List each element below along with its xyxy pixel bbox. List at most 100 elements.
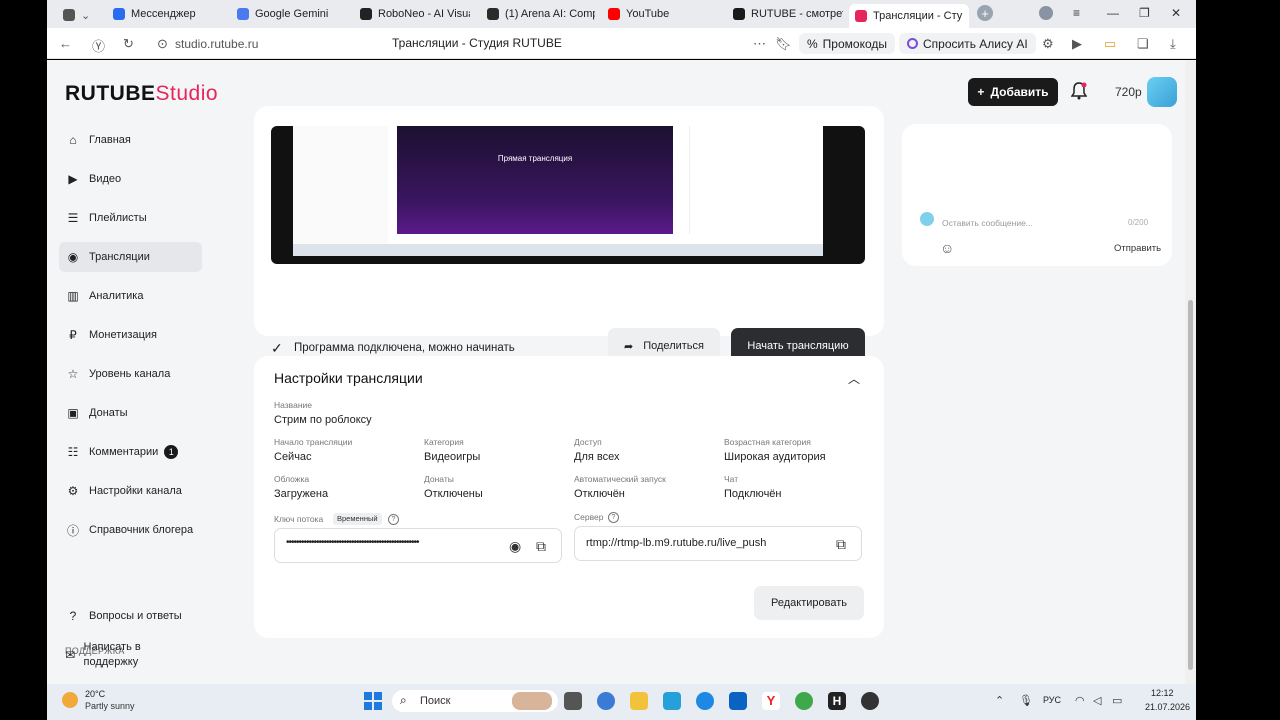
lock-icon: ⊙ xyxy=(157,36,168,51)
sidebar-item-comments[interactable]: ☷ Комментарии 1 xyxy=(59,437,202,467)
chevron-up-icon[interactable]: ⌃ xyxy=(995,694,1004,707)
volume-icon[interactable]: ◁ xyxy=(1093,694,1101,707)
help-icon[interactable]: ? xyxy=(388,514,399,525)
sidebar-item-analytics[interactable]: ▥ Аналитика xyxy=(59,281,202,311)
wifi-icon[interactable]: ◠ xyxy=(1075,694,1085,707)
scrollbar[interactable] xyxy=(1185,60,1196,684)
tab-roboneo[interactable]: RoboNeo - AI Visual xyxy=(360,4,470,24)
play-icon[interactable]: ▶ xyxy=(1072,36,1082,52)
taskbar-search[interactable]: ⌕ Поиск xyxy=(392,690,558,712)
bell-icon[interactable] xyxy=(1070,82,1091,102)
menu-icon[interactable]: ≡ xyxy=(1073,6,1080,20)
sidebar-item-channel-settings[interactable]: ⚙ Настройки канала xyxy=(59,476,202,506)
avatar xyxy=(920,212,934,226)
copy-icon[interactable]: ⧉ xyxy=(836,536,846,553)
help-icon[interactable]: ? xyxy=(608,512,619,523)
close-icon[interactable]: ✕ xyxy=(968,9,969,23)
tab-arena[interactable]: (1) Arena AI: Compa xyxy=(487,4,595,24)
copy-icon[interactable]: ⧉ xyxy=(536,538,546,555)
extensions-icon[interactable]: ⚙ xyxy=(1042,36,1054,52)
obs-icon[interactable] xyxy=(861,692,879,710)
battery-icon[interactable]: ▭ xyxy=(1104,36,1116,52)
sidebar-item-faq[interactable]: ? Вопросы и ответы xyxy=(59,601,202,631)
chevron-up-icon[interactable]: ︿ xyxy=(848,370,860,387)
app-icon[interactable] xyxy=(663,692,681,710)
emoji-icon[interactable]: ☺ xyxy=(940,240,954,256)
explorer-icon[interactable] xyxy=(630,692,648,710)
app-icon[interactable] xyxy=(597,692,615,710)
preview-screen: Прямая трансляция xyxy=(293,126,823,256)
tab-youtube[interactable]: YouTube xyxy=(608,4,718,24)
search-highlight-icon xyxy=(512,692,552,710)
comment-icon: ☷ xyxy=(67,445,79,459)
alice-button[interactable]: Спросить Алису AI xyxy=(899,33,1036,54)
tab-rutube[interactable]: RUTUBE - смотрет xyxy=(733,4,843,24)
language-indicator[interactable]: РУС xyxy=(1043,695,1061,705)
eye-icon[interactable]: ◉ xyxy=(509,538,521,555)
balance-label[interactable]: 720р xyxy=(1115,85,1142,99)
browser-menu-button[interactable]: ⌄ xyxy=(63,5,90,25)
server-label: Сервер xyxy=(574,512,604,522)
gemini-icon xyxy=(237,8,249,20)
tab-broadcasts[interactable]: Трансляции - Сту ✕ xyxy=(849,4,969,28)
sidebar-item-home[interactable]: ⌂ Главная xyxy=(59,125,202,155)
name-label: Название xyxy=(274,400,312,410)
server-field[interactable]: rtmp://rtmp-lb.m9.rutube.ru/live_push ⧉ xyxy=(574,526,862,561)
scrollbar-thumb[interactable] xyxy=(1188,300,1193,670)
more-icon[interactable]: ⋯ xyxy=(753,36,766,52)
avatar[interactable] xyxy=(1147,77,1177,107)
preview-taskbar xyxy=(293,244,823,256)
reload-icon[interactable]: ↻ xyxy=(123,36,134,52)
chat-message-input[interactable]: Оставить сообщение... xyxy=(942,218,1033,228)
search-icon: ⌕ xyxy=(400,693,407,707)
info-icon: ⓘ xyxy=(66,523,79,538)
sidebar-item-donations[interactable]: ▣ Донаты xyxy=(59,398,202,428)
weather-desc[interactable]: Partly sunny xyxy=(85,701,135,711)
sidebar-item-playlists[interactable]: ☰ Плейлисты xyxy=(59,203,202,233)
question-icon: ? xyxy=(69,609,77,623)
back-icon[interactable]: ← xyxy=(59,36,72,51)
arena-icon xyxy=(487,8,499,20)
windows-start-icon[interactable] xyxy=(364,692,382,710)
sidebar-item-channel-level[interactable]: ☆ Уровень канала xyxy=(59,359,202,389)
clock-time[interactable]: 12:12 xyxy=(1151,688,1174,698)
tab-messenger[interactable]: Мессенджер xyxy=(113,4,223,24)
add-button[interactable]: + Добавить xyxy=(968,78,1058,106)
sidebar-item-video[interactable]: ▶ Видео xyxy=(59,164,202,194)
promo-button[interactable]: % Промокоды xyxy=(799,33,895,54)
close-window-icon[interactable]: ✕ xyxy=(1171,6,1181,20)
task-view-icon[interactable] xyxy=(564,692,582,710)
new-tab-button[interactable]: + xyxy=(977,5,993,21)
chrome-icon[interactable] xyxy=(795,692,813,710)
tab-gemini[interactable]: Google Gemini xyxy=(237,4,347,24)
sidebar-item-contact-support[interactable]: ✉ Написать в поддержку xyxy=(59,636,159,674)
edit-button[interactable]: Редактировать xyxy=(754,586,864,620)
sidebar-item-monetization[interactable]: ₽ Монетизация xyxy=(59,320,202,350)
weather-icon[interactable] xyxy=(62,692,78,708)
sidebar: ⌂ Главная ▶ Видео ☰ Плейлисты ◉ Трансляции ▥… xyxy=(47,124,247,684)
sidebar-item-broadcasts[interactable]: ◉ Трансляции xyxy=(59,242,202,272)
battery-icon[interactable]: ▭ xyxy=(1112,694,1122,707)
stream-key-field[interactable]: ••••••••••••••••••••••••••••••••••••••••… xyxy=(274,528,562,563)
maximize-icon[interactable]: ❐ xyxy=(1139,6,1150,20)
rutube-studio-logo[interactable]: RUTUBEStudio xyxy=(65,82,218,106)
clock-date[interactable]: 21.07.2026 xyxy=(1145,702,1190,712)
send-button[interactable]: Отправить xyxy=(1114,243,1161,254)
yandex-icon[interactable]: Ⓨ xyxy=(92,36,105,55)
minimize-icon[interactable]: — xyxy=(1107,6,1119,20)
page-title: Трансляции - Студия RUTUBE xyxy=(392,36,562,50)
collections-icon[interactable]: ❏ xyxy=(1137,36,1149,52)
weather-temp[interactable]: 20°C xyxy=(85,689,105,699)
download-icon[interactable]: ⤓ xyxy=(1170,36,1176,52)
profile-icon[interactable] xyxy=(1039,6,1053,20)
edge-icon[interactable] xyxy=(696,692,714,710)
sidebar-item-blogger-guide[interactable]: ⓘ Справочник блогера xyxy=(59,515,202,545)
url-text[interactable]: studio.rutube.ru xyxy=(175,37,258,51)
start-time-label: Начало трансляции xyxy=(274,437,353,447)
yandex-browser-icon[interactable]: Y xyxy=(762,692,780,710)
app-icon[interactable]: H xyxy=(828,692,846,710)
bookmark-icon[interactable]: 🔖︎ xyxy=(775,36,792,52)
store-icon[interactable] xyxy=(729,692,747,710)
mic-icon[interactable]: 🎙︎ xyxy=(1019,694,1033,707)
studio-page: RUTUBEStudio + Добавить 720р ⌂ Главная ▶ В… xyxy=(47,60,1196,684)
